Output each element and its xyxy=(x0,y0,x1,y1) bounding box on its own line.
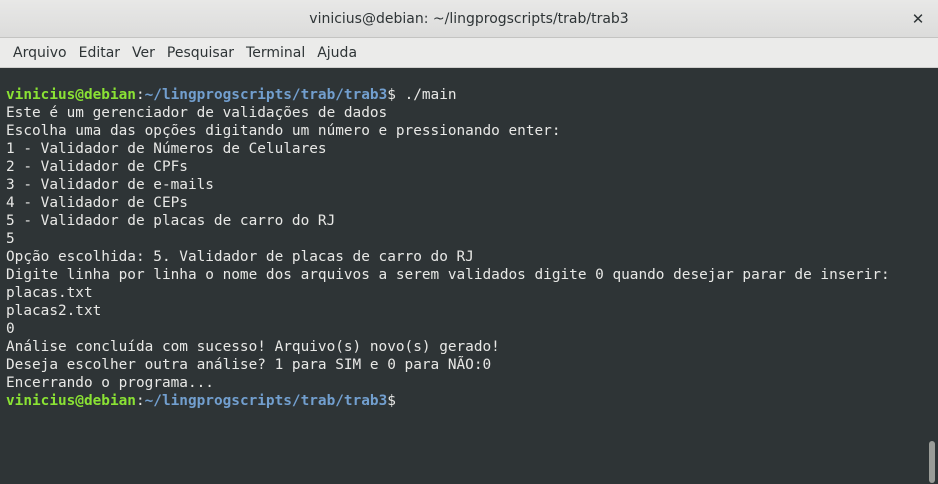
menu-ver[interactable]: Ver xyxy=(126,38,161,68)
output-line: placas2.txt xyxy=(6,303,102,319)
output-line: 2 - Validador de CPFs xyxy=(6,159,188,175)
scrollbar-thumb[interactable] xyxy=(929,441,935,483)
output-line: 5 - Validador de placas de carro do RJ xyxy=(6,213,336,229)
output-line: 3 - Validador de e-mails xyxy=(6,177,214,193)
prompt-symbol: $ xyxy=(387,87,396,103)
prompt-path: ~/lingprogscripts/trab/trab3 xyxy=(144,87,388,103)
prompt-separator: : xyxy=(135,393,145,409)
output-line: Encerrando o programa... xyxy=(6,375,214,391)
output-line: 5 xyxy=(6,231,15,247)
vertical-scrollbar[interactable] xyxy=(926,68,938,484)
menu-editar[interactable]: Editar xyxy=(73,38,126,68)
output-line: 0 xyxy=(6,321,15,337)
prompt-separator: : xyxy=(135,87,145,103)
prompt-line-current: vinicius@debian:~/lingprogscripts/trab/t… xyxy=(6,392,926,410)
prompt-user-host: vinicius@debian xyxy=(6,393,136,409)
close-icon[interactable]: ✕ xyxy=(908,9,928,29)
title-bar[interactable]: vinicius@debian: ~/lingprogscripts/trab/… xyxy=(0,0,938,38)
output-line: Digite linha por linha o nome dos arquiv… xyxy=(6,267,890,283)
prompt-path: ~/lingprogscripts/trab/trab3 xyxy=(144,393,388,409)
output-line: placas.txt xyxy=(6,285,93,301)
menu-ajuda[interactable]: Ajuda xyxy=(311,38,363,68)
prompt-symbol: $ xyxy=(387,393,396,409)
menu-pesquisar[interactable]: Pesquisar xyxy=(161,38,240,68)
window-title: vinicius@debian: ~/lingprogscripts/trab/… xyxy=(309,11,629,27)
menu-bar: Arquivo Editar Ver Pesquisar Terminal Aj… xyxy=(0,38,938,68)
output-line: Deseja escolher outra análise? 1 para SI… xyxy=(6,357,492,373)
output-line: Escolha uma das opções digitando um núme… xyxy=(6,123,561,139)
prompt-user-host: vinicius@debian xyxy=(6,87,136,103)
output-line: Opção escolhida: 5. Validador de placas … xyxy=(6,249,474,265)
command-text: ./main xyxy=(395,87,457,103)
menu-terminal[interactable]: Terminal xyxy=(240,38,311,68)
terminal-window: vinicius@debian: ~/lingprogscripts/trab/… xyxy=(0,0,938,484)
terminal-output[interactable]: vinicius@debian:~/lingprogscripts/trab/t… xyxy=(0,68,926,484)
output-line: Este é um gerenciador de validações de d… xyxy=(6,105,388,121)
menu-arquivo[interactable]: Arquivo xyxy=(7,38,73,68)
output-line: Análise concluída com sucesso! Arquivo(s… xyxy=(6,339,500,355)
prompt-line-command: vinicius@debian:~/lingprogscripts/trab/t… xyxy=(6,86,926,104)
output-line: 1 - Validador de Números de Celulares xyxy=(6,141,327,157)
output-line: 4 - Validador de CEPs xyxy=(6,195,188,211)
